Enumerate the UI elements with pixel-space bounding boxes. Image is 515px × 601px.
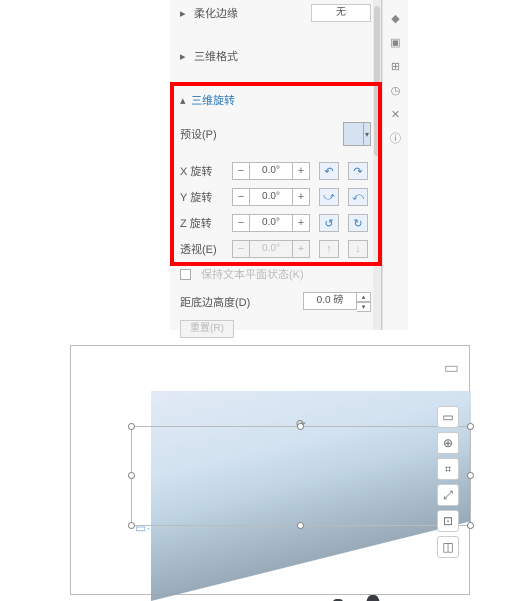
format-panel: ▸ 柔化边缘 无 ▸ 三维格式 ▴ 三维旋转 预设(P) ▾ X 旋转 − 0.… — [170, 0, 382, 330]
expand-icon: ▸ — [180, 50, 188, 63]
rotate-up-icon[interactable]: ⤻ — [319, 188, 339, 206]
resize-handle[interactable] — [128, 423, 135, 430]
scrollbar-thumb[interactable] — [374, 6, 380, 156]
resize-handle[interactable] — [128, 522, 135, 529]
resize-handle[interactable] — [467, 423, 474, 430]
persp-down-icon: ↓ — [348, 240, 368, 258]
plus-button[interactable]: + — [292, 188, 310, 206]
soft-edge-row[interactable]: ▸ 柔化边缘 无 — [170, 0, 381, 26]
y-rotation-value[interactable]: 0.0° — [250, 188, 292, 206]
plus-button[interactable]: + — [292, 214, 310, 232]
side-icon-bar: ◆ ▣ ⊞ ◷ ✕ ⓘ — [382, 0, 408, 330]
keep-flat-label: 保持文本平面状态(K) — [201, 266, 304, 282]
crop-icon[interactable]: ⌗ — [437, 458, 459, 480]
z-rotation-value[interactable]: 0.0° — [250, 214, 292, 232]
anchor-icon: ▭· — [135, 521, 150, 535]
resize-handle[interactable] — [297, 423, 304, 430]
resize-handle[interactable] — [467, 472, 474, 479]
z-rotation-input[interactable]: − 0.0° + — [232, 214, 310, 232]
down-button[interactable]: ▾ — [357, 302, 371, 312]
x-rotation-label: X 旋转 — [180, 163, 226, 179]
preset-button[interactable]: ▾ — [343, 122, 371, 146]
ground-value[interactable]: 0.0 磅 — [303, 292, 357, 310]
y-rotation-row: Y 旋转 − 0.0° + ⤻ ⤺ — [170, 184, 381, 210]
placeholder-icon: ▭ — [444, 358, 459, 378]
x-rotation-row: X 旋转 − 0.0° + ↶ ↷ — [170, 158, 381, 184]
perspective-value: 0.0° — [250, 240, 292, 258]
rotate-cw-icon[interactable]: ↻ — [348, 214, 368, 232]
keep-flat-checkbox — [180, 269, 191, 280]
minus-button[interactable]: − — [232, 162, 250, 180]
resize-handle[interactable] — [467, 522, 474, 529]
side-icon[interactable]: ✕ — [388, 106, 404, 122]
scrollbar[interactable] — [373, 0, 381, 330]
side-icon[interactable]: ▣ — [388, 34, 404, 50]
selection-frame[interactable]: ⟳ — [131, 426, 471, 526]
expand-icon[interactable]: ⤢ — [437, 484, 459, 506]
rotate-right-icon[interactable]: ↷ — [348, 162, 368, 180]
x-rotation-value[interactable]: 0.0° — [250, 162, 292, 180]
soft-edge-label: 柔化边缘 — [194, 5, 238, 21]
zoom-icon[interactable]: ⊕ — [437, 432, 459, 454]
soft-edge-value[interactable]: 无 — [311, 4, 371, 22]
rotate-left-icon[interactable]: ↶ — [319, 162, 339, 180]
plus-button: + — [292, 240, 310, 258]
ground-input[interactable]: 0.0 磅 ▴▾ — [303, 292, 371, 312]
keep-flat-row: 保持文本平面状态(K) — [170, 262, 381, 286]
z-rotation-row: Z 旋转 − 0.0° + ↺ ↻ — [170, 210, 381, 236]
minus-button[interactable]: − — [232, 188, 250, 206]
resize-handle[interactable] — [297, 522, 304, 529]
format3d-row[interactable]: ▸ 三维格式 — [170, 44, 381, 68]
figure-icon — [366, 595, 380, 601]
preset-label: 预设(P) — [180, 126, 217, 142]
rotate-down-icon[interactable]: ⤺ — [348, 188, 368, 206]
resize-handle[interactable] — [128, 472, 135, 479]
document-canvas[interactable]: ▭ ⟳ ▭· ▭ ⊕ ⌗ ⤢ ⊡ ◫ — [70, 345, 470, 595]
preset-row: 预设(P) ▾ — [170, 118, 381, 150]
side-icon[interactable]: ◷ — [388, 82, 404, 98]
minus-button[interactable]: − — [232, 214, 250, 232]
side-icon[interactable]: ⊞ — [388, 58, 404, 74]
perspective-label: 透视(E) — [180, 241, 226, 257]
format3d-label: 三维格式 — [194, 48, 238, 64]
minus-button: − — [232, 240, 250, 258]
rotate3d-title[interactable]: ▴ 三维旋转 — [170, 88, 381, 112]
side-icon[interactable]: ◆ — [388, 10, 404, 26]
rotate-ccw-icon[interactable]: ↺ — [319, 214, 339, 232]
reset-button: 重置(R) — [180, 320, 234, 338]
perspective-row: 透视(E) − 0.0° + ↑ ↓ — [170, 236, 381, 262]
ground-label: 距底边高度(D) — [180, 294, 250, 310]
ground-row: 距底边高度(D) 0.0 磅 ▴▾ — [170, 288, 381, 316]
canvas-toolbar: ▭ ⊕ ⌗ ⤢ ⊡ ◫ — [437, 406, 461, 558]
perspective-input: − 0.0° + — [232, 240, 310, 258]
collapse-icon: ▴ — [180, 94, 188, 107]
y-rotation-label: Y 旋转 — [180, 189, 226, 205]
layout-icon[interactable]: ▭ — [437, 406, 459, 428]
z-rotation-label: Z 旋转 — [180, 215, 226, 231]
x-rotation-input[interactable]: − 0.0° + — [232, 162, 310, 180]
persp-up-icon: ↑ — [319, 240, 339, 258]
up-button[interactable]: ▴ — [357, 292, 371, 302]
expand-icon: ▸ — [180, 7, 188, 20]
panel-icon[interactable]: ◫ — [437, 536, 459, 558]
chevron-down-icon: ▾ — [363, 123, 370, 145]
plus-button[interactable]: + — [292, 162, 310, 180]
y-rotation-input[interactable]: − 0.0° + — [232, 188, 310, 206]
side-icon[interactable]: ⓘ — [388, 130, 404, 146]
grid-icon[interactable]: ⊡ — [437, 510, 459, 532]
